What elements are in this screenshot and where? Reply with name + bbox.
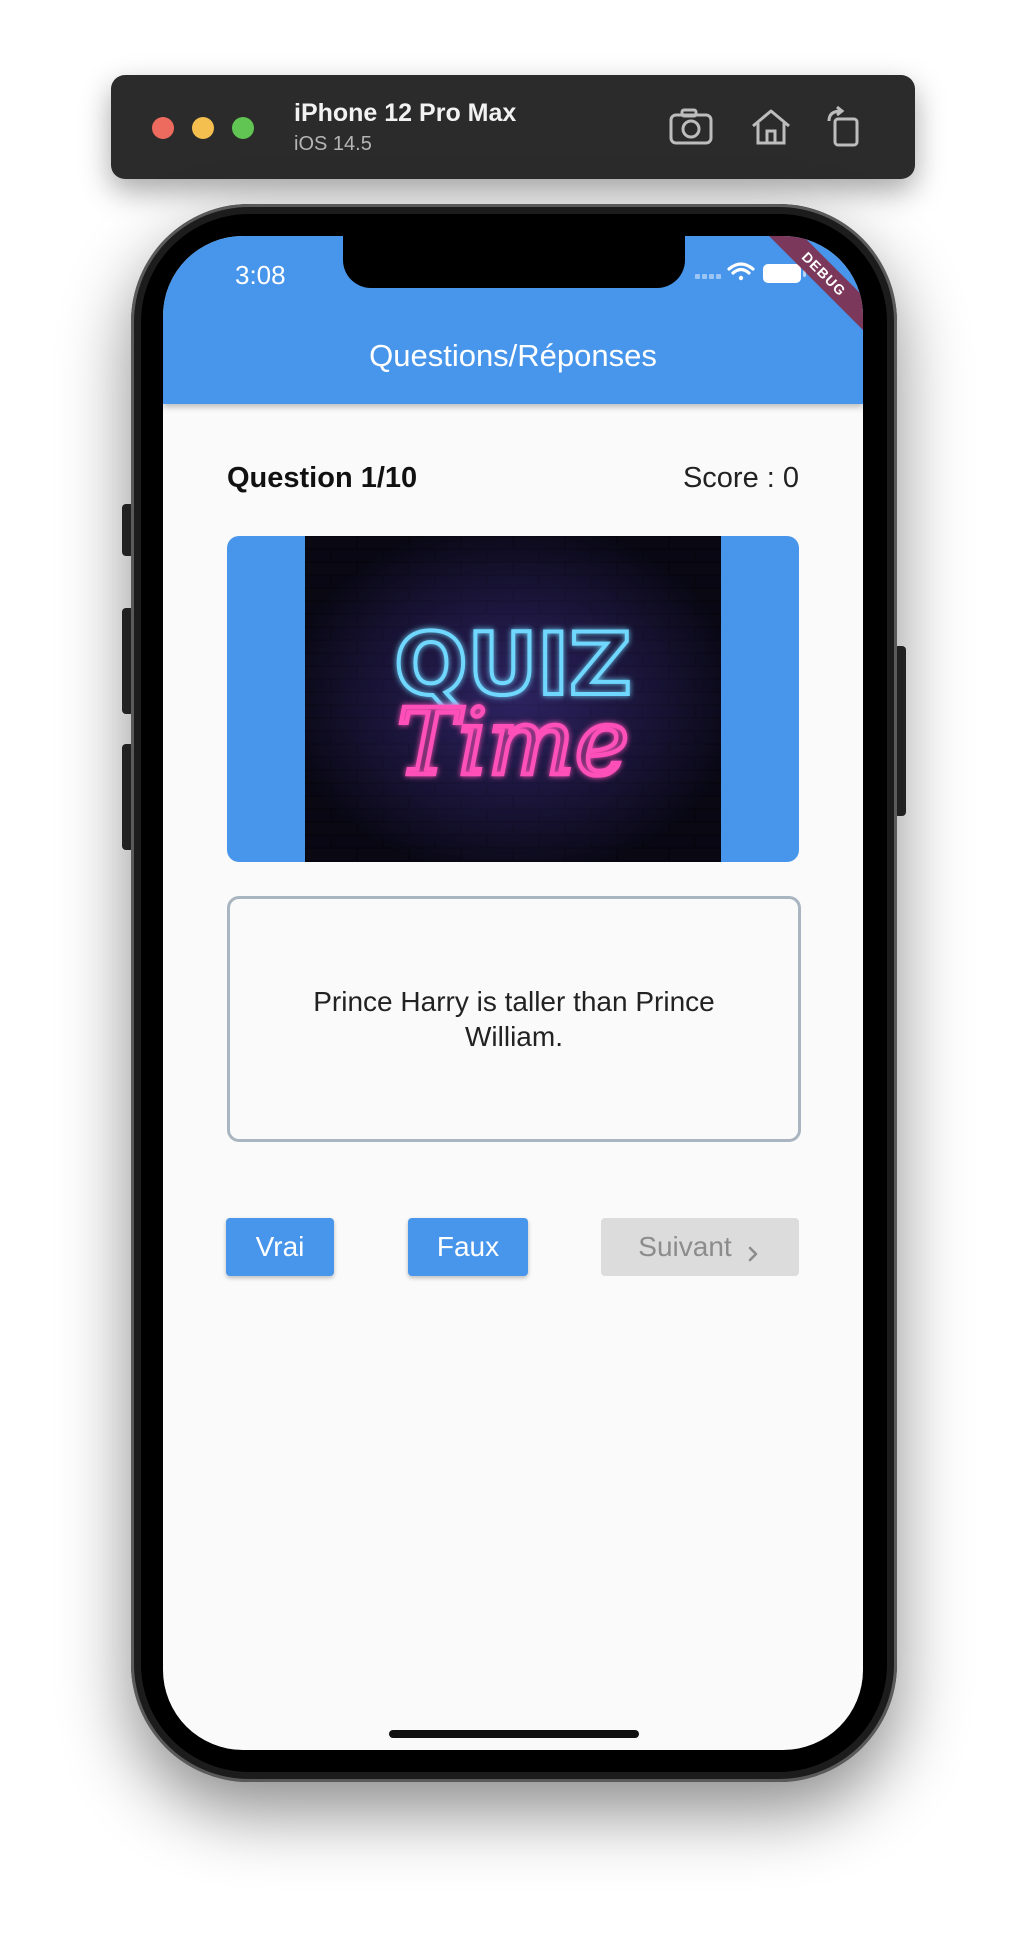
- score-text: Score : 0: [682, 462, 799, 494]
- question-text: Prince Harry is taller than Prince Willi…: [313, 986, 715, 1052]
- device-name: iPhone 12 Pro Max: [294, 99, 517, 127]
- chevron-right-icon: [744, 1238, 762, 1262]
- image-text-time: Time: [397, 689, 629, 796]
- status-time: 3:08: [235, 260, 286, 290]
- true-button[interactable]: Vrai: [226, 1218, 334, 1276]
- app-bar-title: Questions/Réponses: [369, 338, 657, 373]
- notch: [343, 236, 685, 288]
- os-version: iOS 14.5: [294, 133, 372, 155]
- wifi-icon: [727, 262, 755, 281]
- close-window-button[interactable]: [152, 117, 174, 139]
- screenshot-icon[interactable]: [667, 105, 715, 149]
- next-button-label: Suivant: [638, 1231, 732, 1262]
- status-icons: [693, 260, 813, 288]
- score-label: Score : 0: [683, 462, 799, 495]
- zoom-window-button[interactable]: [232, 117, 254, 139]
- question-box: Prince Harry is taller than Prince Willi…: [227, 896, 801, 1142]
- question-counter: Question 1/10: [227, 462, 418, 494]
- quiz-time-image: QUIZ Time: [305, 536, 721, 862]
- minimize-window-button[interactable]: [192, 117, 214, 139]
- home-icon[interactable]: [747, 105, 795, 149]
- false-button[interactable]: Faux: [408, 1218, 528, 1276]
- home-indicator[interactable]: [389, 1730, 639, 1738]
- next-button[interactable]: Suivant: [601, 1218, 799, 1276]
- phone-screen: DEBUG 3:08 Questions/Réponses Question 1…: [163, 236, 863, 1750]
- simulator-toolbar: iPhone 12 Pro Max iOS 14.5: [111, 75, 915, 179]
- quiz-image-card: QUIZ Time: [227, 536, 799, 862]
- rotate-icon[interactable]: [821, 105, 869, 149]
- signal-icon: [695, 274, 721, 279]
